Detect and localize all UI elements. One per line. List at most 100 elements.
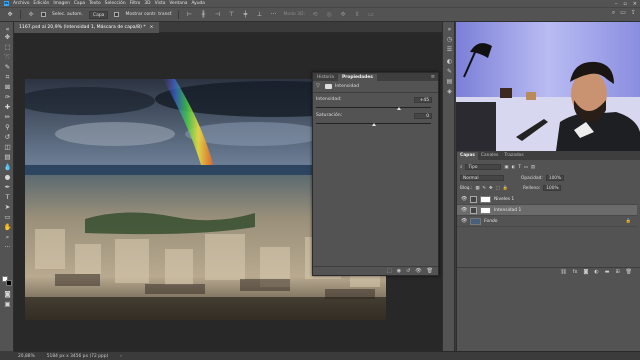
menu-archivo[interactable]: Archivo: [13, 1, 29, 6]
frame-tool-icon[interactable]: ⊠: [3, 83, 12, 91]
color-swatches[interactable]: [2, 276, 12, 286]
maximize-icon[interactable]: ▫: [623, 1, 626, 7]
clone-stamp-tool-icon[interactable]: ⚲: [3, 123, 12, 131]
hand-tool-icon[interactable]: ✋: [3, 223, 12, 231]
clip-to-layer-icon[interactable]: ⬚: [387, 268, 392, 274]
layer-filter-dropdown[interactable]: Tipo: [465, 164, 502, 170]
collapse-panels-icon[interactable]: »: [445, 26, 454, 34]
menu-ayuda[interactable]: Ayuda: [191, 1, 205, 6]
visibility-eye-icon[interactable]: 👁: [461, 196, 467, 202]
vibrance-value-input[interactable]: +45: [414, 97, 432, 103]
layer-row-niveles[interactable]: 👁 Niveles 1: [457, 194, 637, 205]
align-middle-icon[interactable]: ╪: [241, 11, 249, 18]
quick-select-tool-icon[interactable]: ✎: [3, 63, 12, 71]
libraries-panel-icon[interactable]: ▤: [445, 78, 454, 86]
close-window-icon[interactable]: ×: [633, 1, 637, 7]
3d-roll-icon[interactable]: ◎: [325, 11, 333, 18]
zoom-tool-icon[interactable]: ⌕: [3, 233, 12, 241]
view-previous-icon[interactable]: ◉: [397, 268, 401, 274]
properties-panel-icon[interactable]: ☰: [445, 46, 454, 54]
menu-seleccion[interactable]: Selección: [105, 1, 126, 6]
panel-menu-icon[interactable]: ≡: [431, 74, 435, 80]
background-color[interactable]: [6, 280, 12, 286]
crop-tool-icon[interactable]: ⌗: [3, 73, 12, 81]
saturation-value-input[interactable]: 0: [414, 113, 432, 119]
opacity-input[interactable]: 100%: [545, 175, 564, 181]
gradient-tool-icon[interactable]: ▤: [3, 153, 12, 161]
collapse-toolbar-icon[interactable]: «: [3, 25, 12, 33]
mask-icon[interactable]: [325, 84, 332, 89]
layer-row-intensidad[interactable]: 👁 Intensidad 1: [457, 205, 637, 216]
move-icon[interactable]: ✢: [27, 11, 35, 18]
menu-texto[interactable]: Texto: [89, 1, 101, 6]
visibility-eye-icon[interactable]: 👁: [461, 207, 467, 213]
menu-3d[interactable]: 3D: [144, 1, 150, 6]
new-adjustment-icon[interactable]: ◐: [594, 269, 598, 275]
filter-pixel-icon[interactable]: ▣: [504, 165, 508, 170]
screen-mode-icon[interactable]: ▣: [3, 300, 12, 308]
align-left-icon[interactable]: ⊢: [185, 11, 193, 18]
tab-properties[interactable]: Propiedades: [337, 74, 377, 81]
transform-controls-checkbox[interactable]: [114, 12, 120, 17]
align-bottom-icon[interactable]: ⊥: [255, 11, 263, 18]
dodge-tool-icon[interactable]: ●: [3, 173, 12, 181]
menu-edicion[interactable]: Edición: [33, 1, 49, 6]
tab-history[interactable]: Historia: [313, 74, 338, 81]
visibility-icon[interactable]: 👁: [415, 268, 421, 274]
visibility-eye-icon[interactable]: 👁: [461, 218, 467, 224]
vibrance-slider-track[interactable]: [316, 107, 431, 108]
3d-slide-icon[interactable]: ⇕: [353, 11, 361, 18]
lock-artboard-icon[interactable]: ⬚: [496, 186, 500, 191]
adjustments-panel-icon[interactable]: ◐: [445, 58, 454, 66]
brush-tool-icon[interactable]: ✏: [3, 113, 12, 121]
fill-input[interactable]: 100%: [543, 185, 562, 191]
vibrance-slider-thumb[interactable]: [397, 107, 402, 110]
status-chevron-icon[interactable]: ›: [120, 354, 122, 359]
reset-icon[interactable]: ↺: [406, 268, 410, 274]
tab-paths[interactable]: Trazados: [501, 152, 526, 160]
layer-row-fondo[interactable]: 👁 Fondo 🔒: [457, 216, 637, 227]
layer-mask-thumbnail[interactable]: [480, 206, 491, 214]
lock-all-icon[interactable]: 🔒: [503, 186, 508, 191]
menu-ventana[interactable]: Ventana: [169, 1, 187, 6]
lock-paint-icon[interactable]: ✎: [482, 186, 486, 191]
eyedropper-tool-icon[interactable]: ✑: [3, 93, 12, 101]
layer-mask-thumbnail[interactable]: [480, 195, 491, 203]
share-icon[interactable]: ⇪: [631, 9, 636, 17]
history-panel-icon[interactable]: ◷: [445, 36, 454, 44]
filter-adjustment-icon[interactable]: ◐: [511, 165, 515, 170]
move-tool-icon[interactable]: ✥: [3, 33, 12, 41]
lock-pixels-icon[interactable]: ▦: [475, 186, 479, 191]
auto-select-target-dropdown[interactable]: Capa: [88, 10, 109, 19]
search-icon[interactable]: ⌕: [612, 9, 615, 17]
menu-filtro[interactable]: Filtro: [130, 1, 141, 6]
align-right-icon[interactable]: ⊣: [213, 11, 221, 18]
lock-position-icon[interactable]: ✥: [489, 186, 493, 191]
color-panel-icon[interactable]: ◈: [445, 88, 454, 96]
tab-layers[interactable]: Capas: [457, 152, 478, 160]
link-layers-icon[interactable]: ⛓: [560, 269, 566, 275]
new-group-icon[interactable]: ▬: [605, 269, 610, 275]
filter-shape-icon[interactable]: ▭: [524, 165, 528, 170]
more-tools-icon[interactable]: ···: [3, 243, 12, 251]
layer-style-icon[interactable]: fx: [573, 269, 578, 275]
3d-pan-icon[interactable]: ✥: [339, 11, 347, 18]
type-tool-icon[interactable]: T: [3, 193, 12, 201]
filter-smart-icon[interactable]: ▤: [531, 165, 535, 170]
add-mask-icon[interactable]: ◙: [583, 269, 588, 275]
workspace-icon[interactable]: ▭: [620, 9, 626, 17]
shape-tool-icon[interactable]: ▭: [3, 213, 12, 221]
menu-vista[interactable]: Vista: [155, 1, 166, 6]
quick-mask-icon[interactable]: ◙: [3, 290, 12, 298]
move-tool-preset-icon[interactable]: ✥: [6, 11, 14, 18]
close-tab-icon[interactable]: ×: [150, 25, 154, 30]
zoom-level[interactable]: 20,88%: [18, 354, 35, 359]
delete-layer-icon[interactable]: 🗑: [626, 269, 632, 275]
marquee-tool-icon[interactable]: ⬚: [3, 43, 12, 51]
history-brush-tool-icon[interactable]: ↺: [3, 133, 12, 141]
pen-tool-icon[interactable]: ✒: [3, 183, 12, 191]
trash-icon[interactable]: 🗑: [427, 268, 433, 274]
align-top-icon[interactable]: ⊤: [227, 11, 235, 18]
healing-brush-tool-icon[interactable]: ✚: [3, 103, 12, 111]
minimize-icon[interactable]: –: [615, 1, 618, 7]
